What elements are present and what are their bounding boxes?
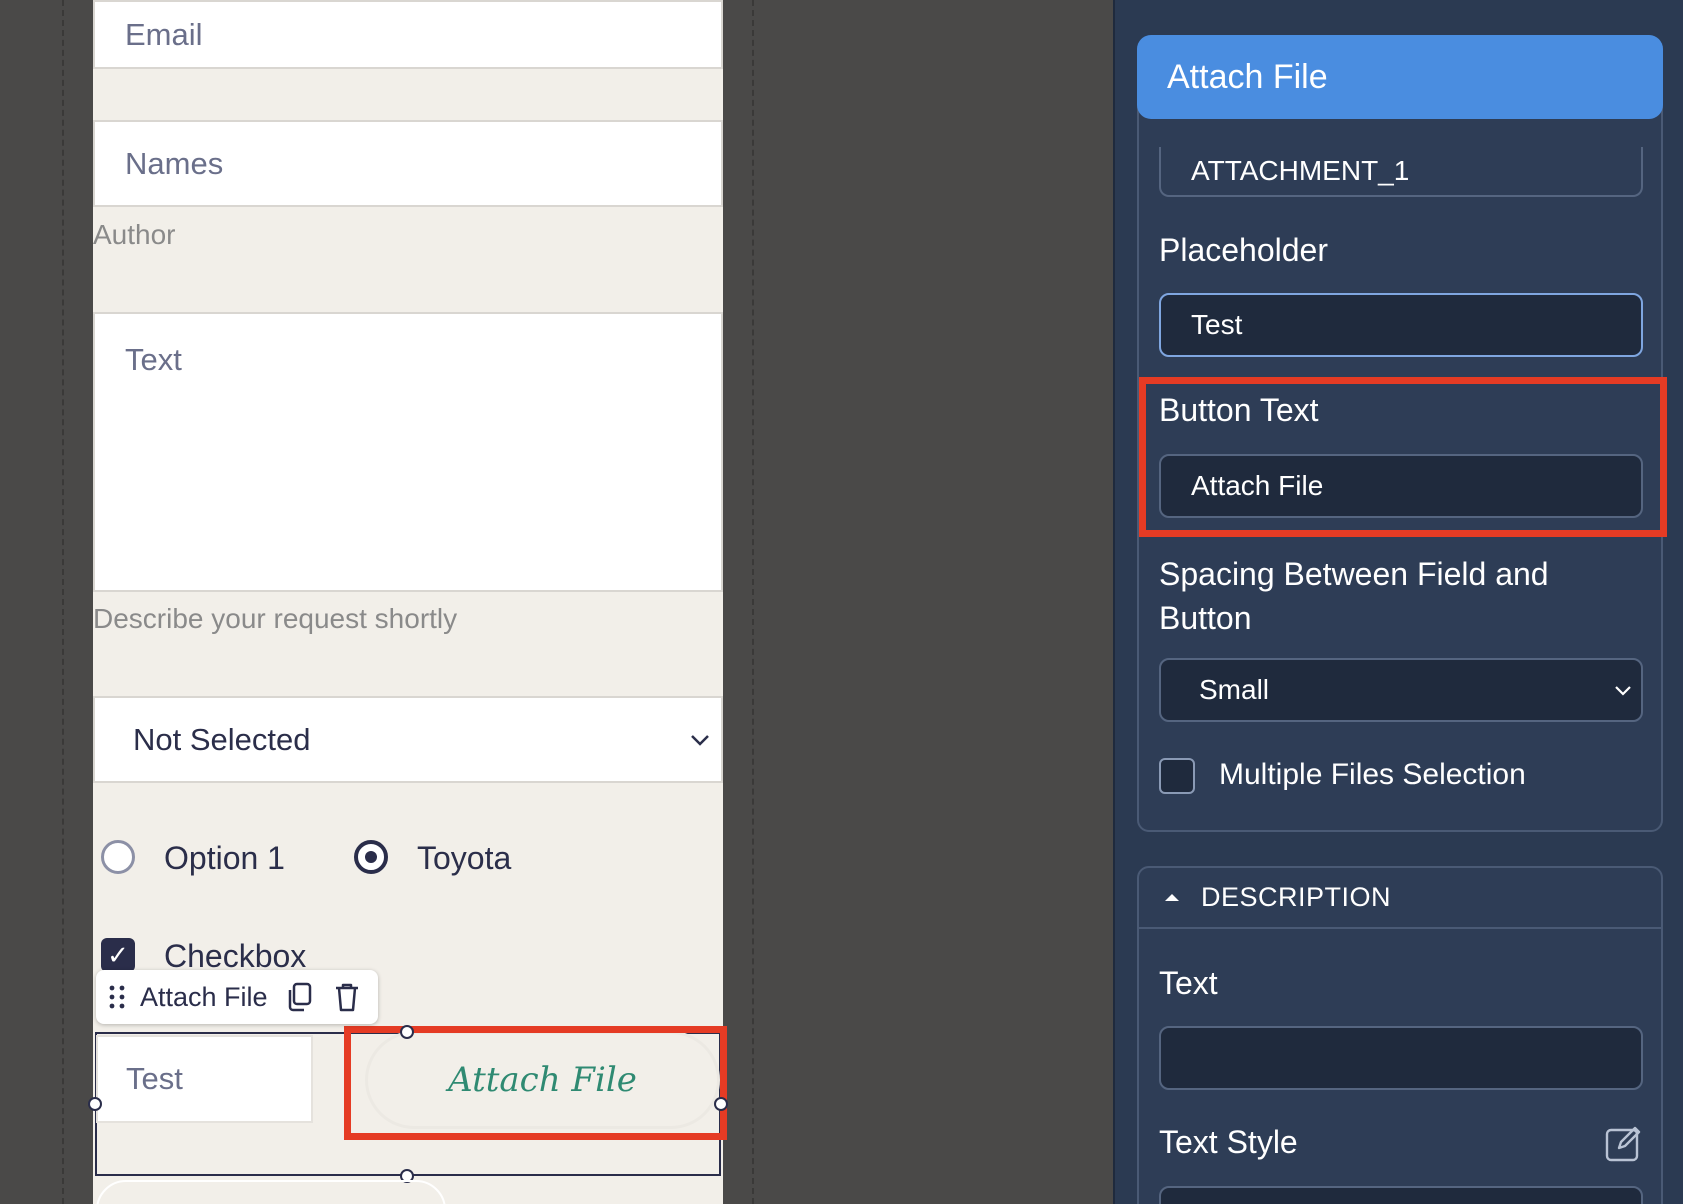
duplicate-icon[interactable] [286, 970, 312, 1024]
text-style-input[interactable] [1159, 1186, 1643, 1204]
author-helper-text: Author [93, 219, 176, 250]
text-area-field[interactable]: Text [93, 312, 723, 592]
text-helper-text: Describe your request shortly [93, 603, 458, 634]
multiple-files-label: Multiple Files Selection [1219, 758, 1526, 791]
resize-handle-top[interactable] [400, 1025, 414, 1039]
spacing-select-value: Small [1199, 674, 1270, 705]
panel-title: Attach File [1137, 35, 1663, 119]
placeholder-label: Placeholder [1159, 232, 1328, 268]
radio-option-1[interactable] [101, 840, 135, 874]
caret-up-icon [1165, 894, 1179, 901]
form-canvas: Email Names Author Text Describe your re… [0, 0, 1113, 1204]
edit-icon[interactable] [1605, 1124, 1643, 1162]
chevron-down-icon [1615, 686, 1631, 696]
radio-option-toyota-label: Toyota [417, 840, 512, 876]
spacing-label-line1: Spacing Between Field and [1159, 556, 1549, 592]
spacing-label: Spacing Between Field and Button [1159, 552, 1549, 640]
checkbox-input[interactable]: ✓ [101, 938, 135, 972]
radio-option-1-label: Option 1 [164, 840, 285, 876]
attach-file-input-placeholder: Test [126, 1061, 183, 1096]
resize-handle-right[interactable] [714, 1097, 728, 1111]
email-field[interactable]: Email [93, 0, 723, 69]
text-area-placeholder: Text [125, 342, 182, 377]
field-name-value: ATTACHMENT_1 [1191, 155, 1410, 186]
description-text-input[interactable] [1159, 1026, 1643, 1090]
highlight-attach-button [344, 1026, 727, 1140]
canvas-guide-right [752, 0, 754, 1204]
chevron-down-icon [691, 735, 709, 746]
element-toolbar: Attach File [96, 970, 378, 1024]
placeholder-input[interactable]: Test [1159, 293, 1643, 357]
names-placeholder: Names [125, 145, 224, 181]
canvas-guide-left [62, 0, 64, 1204]
select-value: Not Selected [133, 721, 311, 757]
description-text-label: Text [1159, 965, 1218, 1001]
description-header-text: DESCRIPTION [1201, 881, 1392, 912]
highlight-button-text [1139, 377, 1667, 537]
checkmark-icon: ✓ [107, 939, 129, 970]
next-element-preview [96, 1180, 446, 1204]
select-dropdown[interactable]: Not Selected [93, 696, 723, 783]
email-placeholder: Email [125, 16, 203, 52]
multiple-files-checkbox[interactable] [1159, 758, 1195, 794]
resize-handle-left[interactable] [88, 1097, 102, 1111]
radio-option-toyota[interactable] [354, 840, 388, 874]
placeholder-input-value: Test [1191, 309, 1243, 340]
element-toolbar-label: Attach File [140, 981, 268, 1012]
field-name-input[interactable]: ATTACHMENT_1 [1159, 147, 1643, 197]
drag-handle-icon[interactable] [108, 970, 126, 1024]
trash-icon[interactable] [334, 970, 360, 1024]
spacing-select[interactable]: Small [1159, 658, 1643, 722]
properties-panel: Attach File ATTACHMENT_1 Placeholder Tes… [1113, 0, 1683, 1204]
spacing-label-line2: Button [1159, 600, 1252, 636]
attach-file-input[interactable]: Test [96, 1035, 313, 1123]
description-section-header[interactable]: DESCRIPTION [1137, 867, 1663, 929]
panel-title-text: Attach File [1167, 57, 1328, 96]
text-style-label: Text Style [1159, 1124, 1298, 1160]
names-field[interactable]: Names [93, 120, 723, 207]
